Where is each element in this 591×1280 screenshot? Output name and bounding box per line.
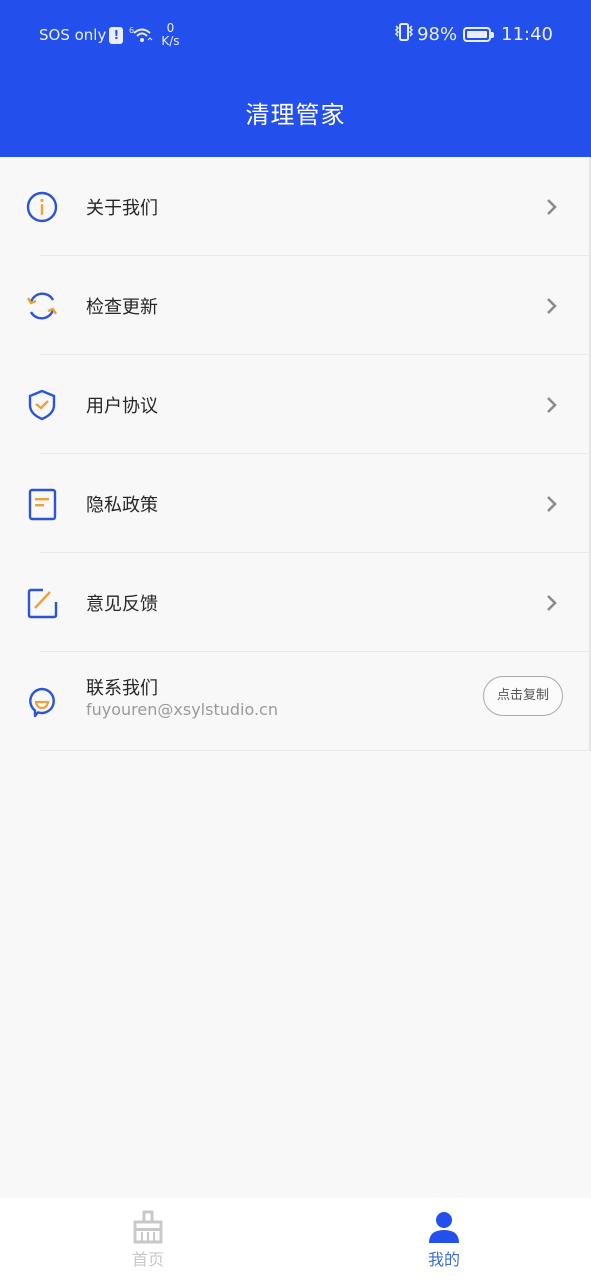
broom-icon [133,1210,163,1244]
vibrate-icon [393,22,415,47]
status-bar-right: 98% 11:40 [393,22,553,47]
tab-label: 首页 [131,1250,164,1269]
shield-check-icon [28,389,56,420]
menu-item-label: 隐私政策 [86,494,158,516]
net-speed-unit: K/s [161,34,180,48]
settings-menu: 关于我们 检查更新 用户协议 隐私政策 意见反馈 联系我们 fuyouren@x… [0,157,591,751]
menu-item-label: 意见反馈 [86,593,158,615]
menu-item-label: 关于我们 [86,197,158,219]
contact-email: fuyouren@xsylstudio.cn [86,700,278,719]
wifi-generation: 6 [129,26,134,35]
app-header: SOS only ! 6 0 K/s 98% 11:40 清理管家 [0,0,591,157]
info-icon [26,191,58,222]
sim-alert-icon: ! [109,26,124,44]
menu-item-check-update[interactable]: 检查更新 [0,256,589,355]
tab-mine[interactable]: 我的 [384,1198,504,1280]
wifi-icon: 6 [129,25,155,45]
document-icon [28,488,57,520]
status-bar-left: SOS only ! 6 0 K/s [39,22,180,48]
chevron-right-icon [547,594,557,611]
clock: 11:40 [501,24,553,45]
menu-item-user-agreement[interactable]: 用户协议 [0,355,589,454]
net-speed-value: 0 [166,21,175,35]
chevron-right-icon [547,297,557,314]
menu-item-label: 检查更新 [86,296,158,318]
copy-email-button[interactable]: 点击复制 [483,676,563,716]
menu-item-feedback[interactable]: 意见反馈 [0,553,589,652]
carrier-text: SOS only [39,26,107,44]
page-title: 清理管家 [245,101,346,129]
tab-label: 我的 [427,1250,460,1269]
refresh-icon [26,292,58,319]
battery-percent: 98% [417,24,458,45]
menu-item-about[interactable]: 关于我们 [0,157,589,256]
edit-icon [27,588,58,618]
menu-item-label: 用户协议 [86,395,158,417]
chevron-right-icon [547,495,557,512]
menu-item-privacy-policy[interactable]: 隐私政策 [0,454,589,553]
chevron-right-icon [547,396,557,413]
battery-icon [463,27,495,42]
chat-smile-icon [29,687,55,717]
menu-item-contact-us: 联系我们 fuyouren@xsylstudio.cn 点击复制 [0,652,589,751]
contact-label: 联系我们 [86,678,158,699]
bottom-tab-bar: 首页 我的 [0,1198,591,1280]
network-speed: 0 K/s [161,22,179,48]
chevron-right-icon [547,198,557,215]
tab-home[interactable]: 首页 [88,1198,208,1280]
person-icon [429,1212,459,1243]
